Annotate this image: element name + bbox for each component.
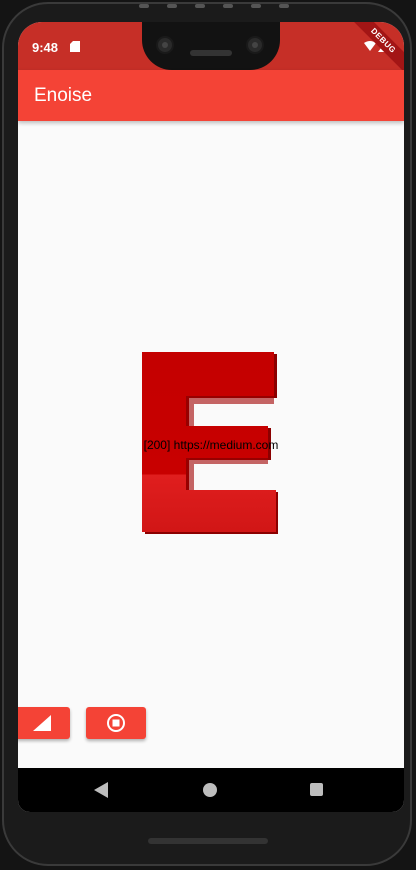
status-time: 9:48 (32, 40, 59, 55)
system-nav-bar (18, 768, 404, 812)
home-icon[interactable] (203, 783, 217, 797)
camera-notch (142, 22, 280, 70)
play-noise-button[interactable] (18, 707, 70, 739)
bezel-top-strip (64, 4, 364, 10)
response-status-text: [200] https://medium.com (143, 438, 279, 452)
back-icon[interactable] (94, 782, 108, 798)
home-indicator (148, 838, 268, 844)
recents-icon[interactable] (310, 783, 323, 796)
stop-circle-icon (107, 714, 125, 732)
stop-button[interactable] (86, 707, 146, 739)
sd-card-icon (70, 41, 80, 52)
front-camera-right (246, 36, 264, 54)
status-bar: 9:48 (18, 22, 404, 70)
earpiece-speaker (190, 50, 232, 56)
signal-triangle-icon (33, 715, 51, 731)
app-title: Enoise (34, 85, 93, 106)
app-bar: Enoise (18, 70, 404, 121)
device-screen: 9:48 DEBUG Enoise [200] https://medium.c… (18, 22, 404, 812)
front-camera-left (156, 36, 174, 54)
